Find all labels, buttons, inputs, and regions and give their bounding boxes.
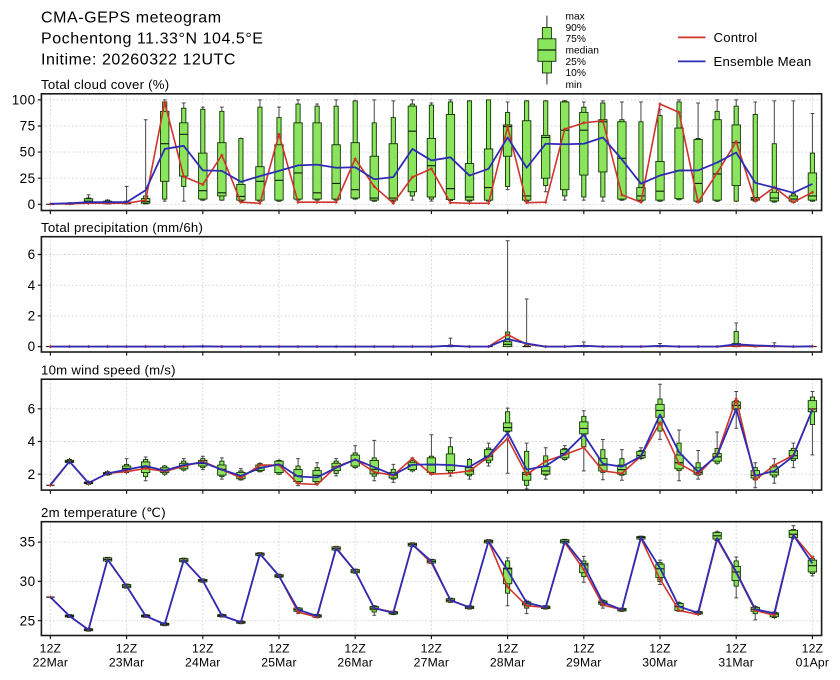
svg-text:12Z: 12Z <box>344 642 366 656</box>
svg-text:30Mar: 30Mar <box>642 656 678 670</box>
svg-text:2: 2 <box>28 467 36 482</box>
svg-text:Ensemble Mean: Ensemble Mean <box>714 54 812 69</box>
svg-text:12Z: 12Z <box>116 642 138 656</box>
svg-text:Total precipitation (mm/6h): Total precipitation (mm/6h) <box>41 220 203 235</box>
svg-text:max: max <box>566 12 585 23</box>
svg-text:35: 35 <box>20 535 36 550</box>
svg-text:4: 4 <box>28 434 36 449</box>
svg-text:25: 25 <box>20 171 36 186</box>
svg-text:23Mar: 23Mar <box>109 656 145 670</box>
svg-text:90%: 90% <box>566 23 586 34</box>
svg-text:12Z: 12Z <box>421 642 443 656</box>
svg-text:25Mar: 25Mar <box>261 656 297 670</box>
svg-text:4: 4 <box>28 278 36 293</box>
svg-text:6: 6 <box>28 401 36 416</box>
svg-text:10%: 10% <box>566 68 586 79</box>
svg-text:30: 30 <box>20 574 36 589</box>
svg-text:26Mar: 26Mar <box>337 656 373 670</box>
svg-text:01Apr: 01Apr <box>796 656 830 670</box>
svg-text:12Z: 12Z <box>649 642 671 656</box>
svg-text:12Z: 12Z <box>268 642 290 656</box>
svg-text:10m wind speed (m/s): 10m wind speed (m/s) <box>41 363 176 378</box>
svg-text:6: 6 <box>28 247 36 262</box>
svg-text:50: 50 <box>20 145 36 160</box>
svg-text:28Mar: 28Mar <box>490 656 526 670</box>
svg-text:27Mar: 27Mar <box>414 656 450 670</box>
svg-text:median: median <box>566 46 599 57</box>
svg-text:min: min <box>566 80 582 91</box>
svg-text:12Z: 12Z <box>573 642 595 656</box>
svg-text:12Z: 12Z <box>725 642 747 656</box>
svg-text:CMA-GEPS meteogram: CMA-GEPS meteogram <box>41 9 222 26</box>
svg-text:12Z: 12Z <box>802 642 824 656</box>
svg-text:12Z: 12Z <box>192 642 214 656</box>
svg-text:25: 25 <box>20 613 36 628</box>
svg-text:Total cloud cover (%): Total cloud cover (%) <box>41 77 169 92</box>
svg-text:Initime: 20260322 12UTC: Initime: 20260322 12UTC <box>41 51 236 68</box>
svg-text:12Z: 12Z <box>40 642 62 656</box>
svg-text:2m temperature (℃): 2m temperature (℃) <box>41 505 166 520</box>
svg-text:25%: 25% <box>566 57 586 68</box>
svg-text:75: 75 <box>20 119 36 134</box>
svg-text:Pochentong 11.33°N 104.5°E: Pochentong 11.33°N 104.5°E <box>41 30 264 47</box>
svg-text:100: 100 <box>12 92 36 107</box>
svg-text:0: 0 <box>28 339 36 354</box>
svg-text:Control: Control <box>714 30 758 45</box>
svg-text:2: 2 <box>28 309 36 324</box>
svg-text:29Mar: 29Mar <box>566 656 602 670</box>
svg-text:0: 0 <box>28 197 36 212</box>
svg-text:22Mar: 22Mar <box>33 656 69 670</box>
svg-text:24Mar: 24Mar <box>185 656 221 670</box>
svg-text:75%: 75% <box>566 34 586 45</box>
svg-text:12Z: 12Z <box>497 642 519 656</box>
svg-text:31Mar: 31Mar <box>718 656 754 670</box>
